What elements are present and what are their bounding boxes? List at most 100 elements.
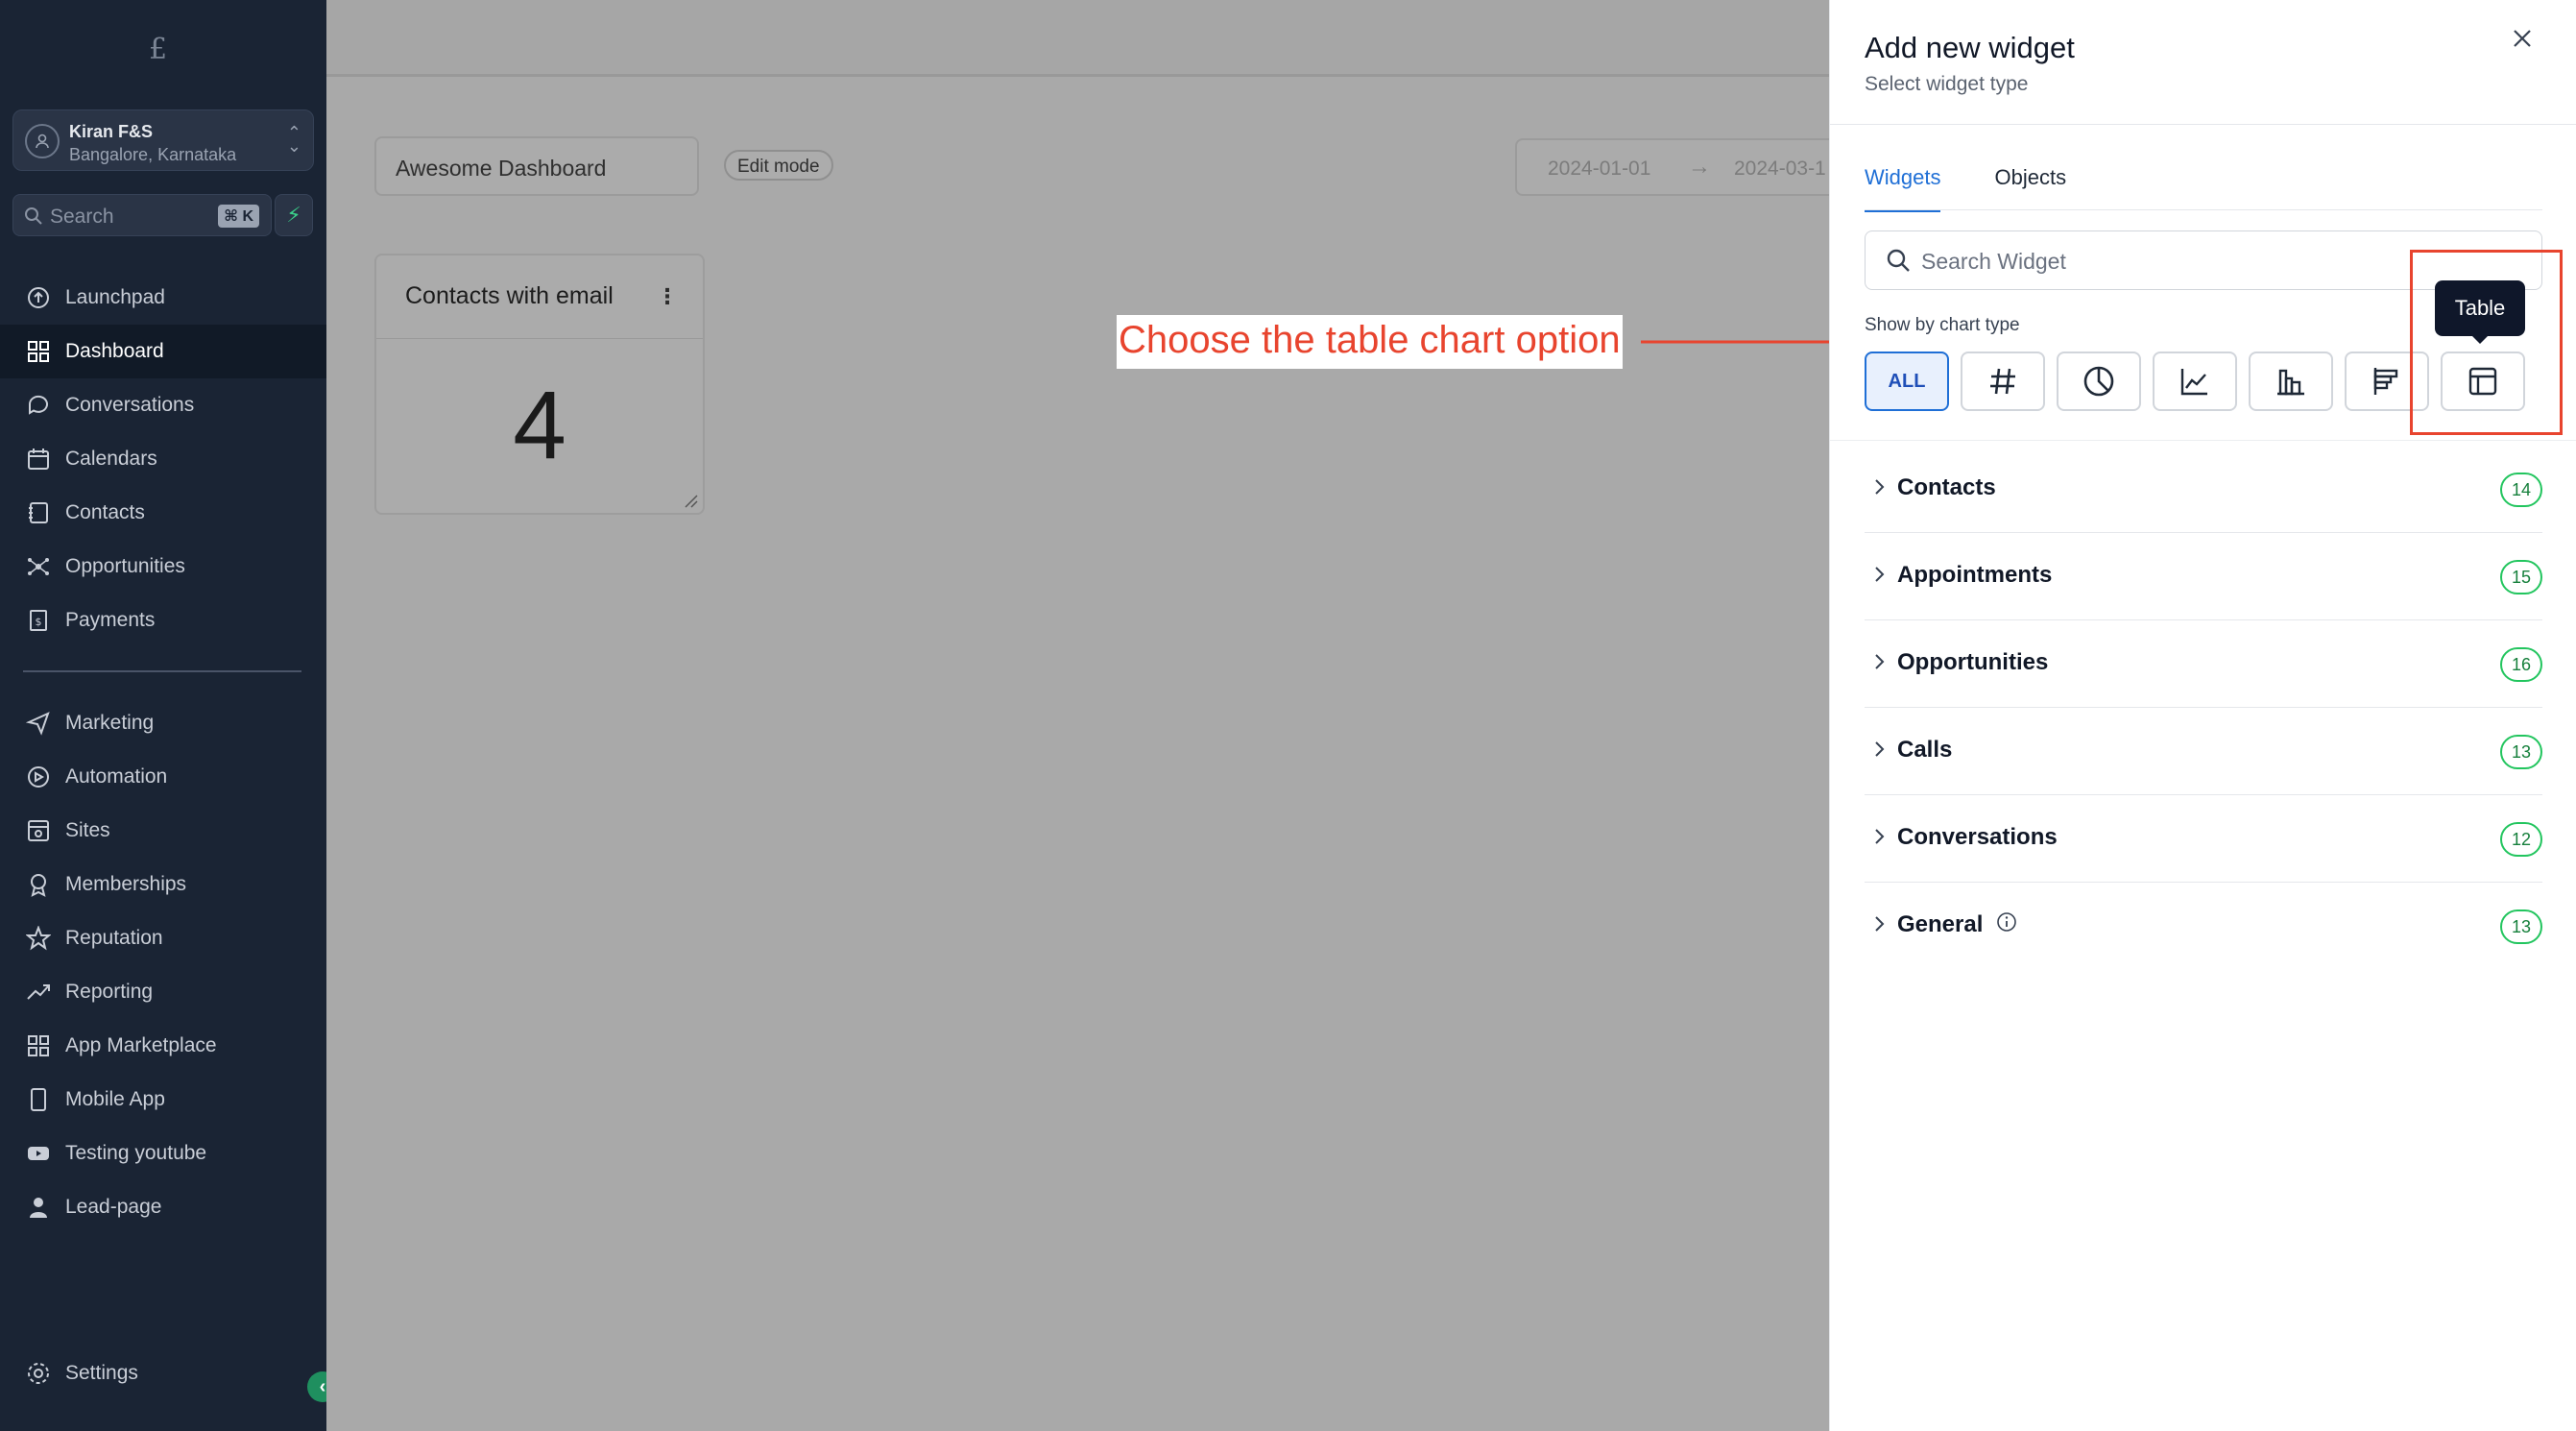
category-name: Conversations: [1897, 824, 2058, 850]
widget-search-placeholder: Search Widget: [1921, 249, 2066, 274]
calendar-icon: [25, 446, 52, 473]
search-placeholder: Search: [50, 206, 114, 228]
more-vertical-icon[interactable]: ⋮: [657, 284, 678, 309]
category-row-opportunities[interactable]: Opportunities 16: [1865, 620, 2542, 708]
close-icon[interactable]: [2509, 25, 2536, 52]
category-row-general[interactable]: General 13: [1865, 883, 2542, 970]
sidebar-item-settings[interactable]: Settings: [25, 1360, 138, 1387]
sidebar-item-opportunities[interactable]: Opportunities: [0, 540, 326, 594]
category-count-badge: 13: [2500, 910, 2542, 944]
sidebar-item-launchpad[interactable]: Launchpad: [0, 271, 326, 325]
gear-icon: [28, 1363, 49, 1384]
sidebar-item-label: Launchpad: [65, 286, 165, 308]
sidebar-item-lead-page[interactable]: Lead-page: [0, 1180, 326, 1234]
contacts-icon: [25, 499, 52, 526]
tab-objects[interactable]: Objects: [1994, 165, 2066, 212]
sidebar-item-label: Sites: [65, 819, 110, 841]
sidebar-item-conversations[interactable]: Conversations: [0, 378, 326, 432]
sidebar-item-label: Lead-page: [65, 1196, 162, 1218]
sidebar-item-reporting[interactable]: Reporting: [0, 965, 326, 1019]
table-tooltip: Table: [2435, 280, 2525, 344]
opportunities-icon: [25, 553, 52, 580]
sidebar-search[interactable]: Search ⌘ K: [12, 194, 272, 236]
mobile-icon: [25, 1086, 52, 1113]
category-row-contacts[interactable]: Contacts 14: [1865, 446, 2542, 533]
youtube-icon: [25, 1140, 52, 1167]
main-content: Awesome Dashboard Edit mode 2024-01-01 →…: [326, 0, 1861, 1431]
sidebar-item-label: Opportunities: [65, 555, 185, 577]
category-row-appointments[interactable]: Appointments 15: [1865, 533, 2542, 620]
dashboard-name-field[interactable]: Awesome Dashboard: [374, 136, 699, 196]
send-icon: [25, 710, 52, 737]
chart-type-pie-button[interactable]: [2057, 352, 2141, 411]
category-count-badge: 16: [2500, 647, 2542, 682]
nav-top: Launchpad Dashboard Conversations Calendars…: [0, 271, 326, 647]
widget-divider: [376, 338, 703, 339]
sidebar-item-label: Conversations: [65, 394, 195, 416]
category-row-conversations[interactable]: Conversations 12: [1865, 795, 2542, 883]
sidebar-item-label: Settings: [65, 1362, 138, 1384]
chevron-right-icon: [1875, 479, 1885, 495]
sidebar-item-contacts[interactable]: Contacts: [0, 486, 326, 540]
sidebar-item-marketing[interactable]: Marketing: [0, 696, 326, 750]
category-name: Calls: [1897, 737, 1953, 763]
quick-action-bolt-icon[interactable]: ⚡: [275, 194, 313, 236]
sidebar-item-mobile-app[interactable]: Mobile App: [0, 1073, 326, 1127]
automation-icon: [25, 764, 52, 790]
sidebar-item-label: Reporting: [65, 981, 154, 1003]
arrow-right-icon: →: [1688, 154, 1711, 180]
category-name: General: [1897, 911, 2017, 939]
filter-divider: [1830, 440, 2576, 441]
company-logo: £: [149, 33, 168, 66]
line-chart-icon: [2180, 369, 2207, 396]
sidebar-item-label: Contacts: [65, 501, 145, 523]
resize-handle-icon[interactable]: [682, 492, 699, 509]
chevron-right-icon: [1875, 741, 1885, 757]
bar-chart-icon: [2277, 369, 2304, 396]
chevron-up-down-icon: ⌃ ⌄: [286, 123, 301, 156]
sidebar-item-reputation[interactable]: Reputation: [0, 911, 326, 965]
category-row-calls[interactable]: Calls 13: [1865, 708, 2542, 795]
chart-type-label: Show by chart type: [1865, 315, 2020, 335]
sidebar-item-payments[interactable]: $ Payments: [0, 594, 326, 647]
chart-type-number-button[interactable]: [1961, 352, 2045, 411]
sites-icon: [25, 817, 52, 844]
category-count-badge: 14: [2500, 473, 2542, 507]
date-start: 2024-01-01: [1548, 158, 1651, 180]
pie-chart-icon: [2083, 366, 2114, 397]
chart-type-all-button[interactable]: ALL: [1865, 352, 1949, 411]
horizontal-bar-icon: [2373, 368, 2398, 395]
edit-mode-badge[interactable]: Edit mode: [724, 150, 833, 181]
nav-divider: [23, 670, 301, 672]
sidebar-item-dashboard[interactable]: Dashboard: [0, 325, 326, 378]
add-widget-panel: Add new widget Select widget type Widget…: [1829, 0, 2576, 1431]
sidebar-item-label: Payments: [65, 609, 156, 631]
date-range-picker[interactable]: 2024-01-01 → 2024-03-1: [1515, 138, 1861, 196]
widget-card[interactable]: Contacts with email ⋮ 4: [374, 254, 705, 515]
sidebar-item-calendars[interactable]: Calendars: [0, 432, 326, 486]
sidebar-item-automation[interactable]: Automation: [0, 750, 326, 804]
sidebar-item-sites[interactable]: Sites: [0, 804, 326, 858]
sidebar-item-label: Calendars: [65, 448, 157, 470]
info-icon[interactable]: [1996, 911, 2017, 939]
account-location: Bangalore, Karnataka: [69, 145, 237, 164]
chevron-right-icon: [1875, 567, 1885, 582]
sidebar-item-memberships[interactable]: Memberships: [0, 858, 326, 911]
chart-type-bar-button[interactable]: [2249, 352, 2333, 411]
chart-type-line-button[interactable]: [2153, 352, 2237, 411]
category-name: Appointments: [1897, 562, 2053, 588]
account-name: Kiran F&S: [69, 122, 154, 141]
sidebar-item-label: Marketing: [65, 712, 155, 734]
account-switcher[interactable]: Kiran F&S Bangalore, Karnataka ⌃ ⌄: [12, 109, 314, 171]
sidebar-item-app-marketplace[interactable]: App Marketplace: [0, 1019, 326, 1073]
tab-widgets[interactable]: Widgets: [1865, 165, 1941, 212]
sidebar-item-testing-youtube[interactable]: Testing youtube: [0, 1127, 326, 1180]
category-name: Opportunities: [1897, 649, 2049, 675]
chevron-right-icon: [1875, 829, 1885, 844]
search-icon: [1887, 249, 1910, 272]
panel-subtitle: Select widget type: [1865, 73, 2029, 95]
widget-title: Contacts with email: [405, 282, 614, 309]
sidebar-item-label: Dashboard: [65, 340, 164, 362]
chevron-right-icon: [1875, 654, 1885, 669]
dashboard-icon: [25, 338, 52, 365]
